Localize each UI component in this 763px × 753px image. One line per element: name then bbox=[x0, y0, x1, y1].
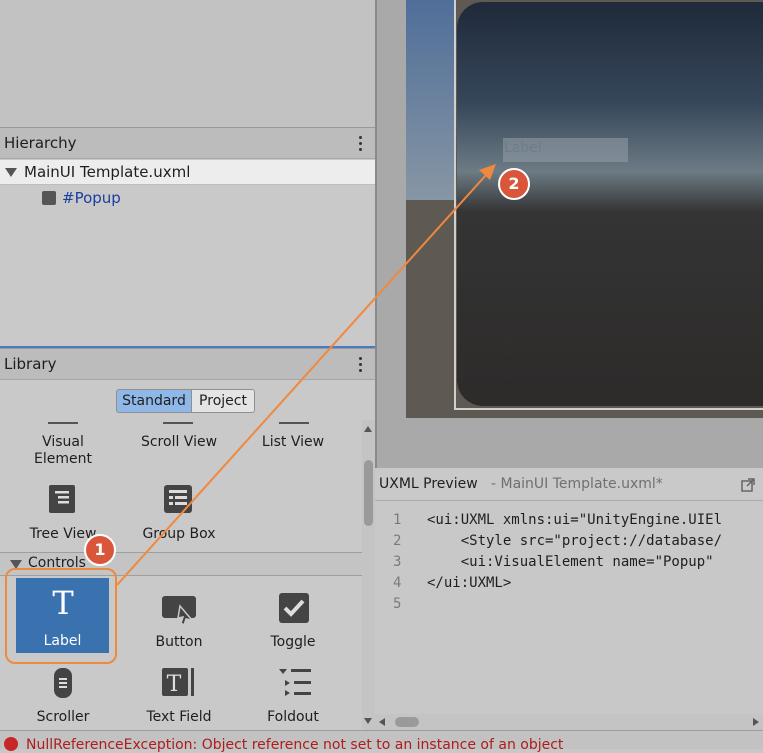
scroll-down-icon[interactable] bbox=[364, 718, 372, 724]
scroll-left-icon[interactable] bbox=[379, 718, 385, 726]
hierarchy-menu-icon[interactable] bbox=[359, 136, 363, 152]
scroller-icon bbox=[54, 668, 72, 698]
tree-view-icon bbox=[49, 485, 75, 513]
code-line: <ui:UXML xmlns:ui="UnityEngine.UIEl bbox=[427, 512, 723, 528]
library-item-button[interactable]: Button bbox=[128, 634, 230, 651]
scroll-up-icon[interactable] bbox=[364, 426, 372, 432]
code-line: <Style src="project://database/ bbox=[427, 533, 723, 549]
code-line: <ui:VisualElement name="Popup" bbox=[427, 554, 714, 570]
library-header: Library bbox=[0, 348, 375, 380]
scroll-right-icon[interactable] bbox=[753, 718, 759, 726]
toggle-icon bbox=[279, 593, 309, 623]
uxml-preview-header: UXML Preview - MainUI Template.uxml* bbox=[375, 472, 763, 498]
library-item-visual-element[interactable]: Visual Element bbox=[12, 434, 114, 468]
console-status-bar[interactable]: NullReferenceException: Object reference… bbox=[0, 730, 763, 753]
line-number: 2 bbox=[393, 533, 402, 549]
visual-element-icon bbox=[42, 191, 56, 205]
library-item-scroller[interactable]: Scroller bbox=[12, 709, 114, 726]
uxml-preview-file: - MainUI Template.uxml* bbox=[491, 476, 663, 492]
viewport-sky bbox=[406, 0, 454, 200]
hierarchy-popup-label: #Popup bbox=[62, 189, 121, 207]
svg-text:T: T bbox=[167, 672, 182, 697]
library-item-group-box[interactable]: Group Box bbox=[128, 526, 230, 543]
line-number: 4 bbox=[393, 575, 402, 591]
scroll-thumb[interactable] bbox=[364, 460, 373, 526]
open-external-icon[interactable] bbox=[741, 478, 755, 492]
visual-element-icon bbox=[48, 414, 78, 424]
library-item-scroll-view[interactable]: Scroll View bbox=[128, 434, 230, 451]
button-icon bbox=[162, 596, 196, 626]
h-scroll-thumb[interactable] bbox=[395, 717, 419, 727]
foldout-icon bbox=[279, 669, 311, 696]
line-number: 1 bbox=[393, 512, 402, 528]
library-item-toggle[interactable]: Toggle bbox=[242, 634, 344, 651]
hierarchy-row-popup[interactable]: #Popup bbox=[0, 186, 375, 210]
hierarchy-header: Hierarchy bbox=[0, 127, 375, 159]
scene-preview-area bbox=[0, 0, 375, 127]
code-line: </ui:UXML> bbox=[427, 575, 512, 591]
library-menu-icon[interactable] bbox=[359, 357, 363, 373]
console-error-message: NullReferenceException: Object reference… bbox=[26, 737, 564, 753]
highlight-frame bbox=[5, 568, 117, 664]
tab-project[interactable]: Project bbox=[191, 389, 255, 413]
uxml-horizontal-scrollbar[interactable] bbox=[375, 714, 763, 730]
library-item-foldout[interactable]: Foldout bbox=[242, 709, 344, 726]
line-number: 5 bbox=[393, 596, 402, 612]
hierarchy-root-label: MainUI Template.uxml bbox=[24, 163, 191, 181]
callout-1: 1 bbox=[84, 534, 116, 566]
group-box-icon bbox=[164, 485, 192, 513]
library-item-list-view[interactable]: List View bbox=[242, 434, 344, 451]
library-scrollbar[interactable] bbox=[362, 420, 375, 730]
scroll-view-icon bbox=[163, 414, 193, 424]
hierarchy-row-root[interactable]: MainUI Template.uxml bbox=[0, 160, 375, 185]
callout-2: 2 bbox=[498, 168, 530, 200]
popup-visual-element[interactable] bbox=[457, 2, 763, 406]
hierarchy-title: Hierarchy bbox=[4, 134, 77, 152]
uxml-preview-title: UXML Preview bbox=[379, 476, 478, 492]
expand-triangle-icon[interactable] bbox=[5, 168, 17, 177]
library-title: Library bbox=[4, 355, 57, 373]
tab-standard[interactable]: Standard bbox=[116, 389, 192, 413]
list-view-icon bbox=[279, 414, 309, 424]
library-item-text-field[interactable]: Text Field bbox=[128, 709, 230, 726]
canvas-label-element[interactable]: Label bbox=[503, 138, 628, 162]
line-number: 3 bbox=[393, 554, 402, 570]
text-field-icon: T bbox=[162, 668, 194, 697]
error-icon bbox=[4, 737, 18, 751]
uxml-code-area[interactable]: 1 <ui:UXML xmlns:ui="UnityEngine.UIEl 2 … bbox=[375, 500, 763, 715]
